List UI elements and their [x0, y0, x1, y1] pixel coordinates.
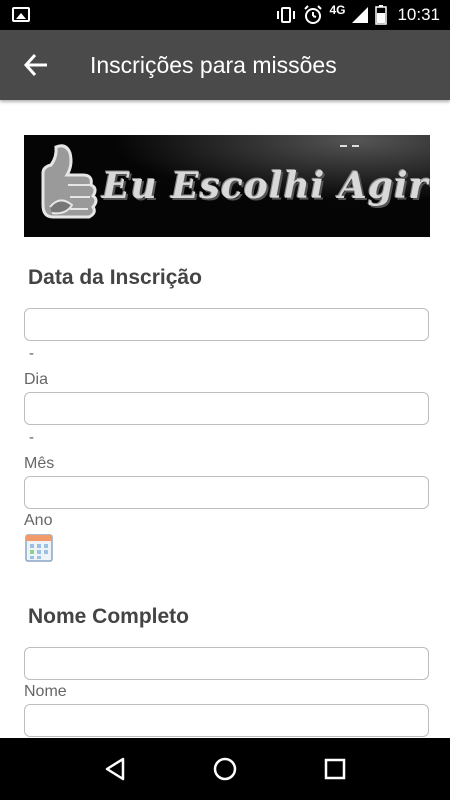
arrow-back-icon — [23, 53, 47, 77]
back-triangle-icon — [105, 757, 125, 781]
banner-image: Eu Escolhi Agir! — [24, 135, 430, 237]
status-bar: 4G 10:31 — [0, 0, 450, 30]
form-content[interactable]: Eu Escolhi Agir! Data da Inscrição - Dia… — [0, 100, 450, 738]
nav-recents-button[interactable] — [315, 749, 355, 789]
year-input[interactable] — [24, 476, 429, 509]
month-input[interactable] — [24, 392, 429, 425]
status-time: 10:31 — [397, 5, 440, 24]
back-button[interactable] — [18, 47, 54, 83]
first-name-input[interactable] — [24, 647, 429, 680]
section-title-name: Nome Completo — [28, 605, 190, 628]
system-nav-bar — [0, 738, 450, 800]
alarm-icon — [303, 5, 323, 25]
banner-text: Eu Escolhi Agir! — [102, 165, 430, 207]
nav-back-button[interactable] — [95, 749, 135, 789]
signal-icon — [351, 6, 369, 24]
day-label: Dia — [24, 371, 49, 388]
first-name-label: Nome — [24, 683, 67, 700]
home-circle-icon — [213, 757, 237, 781]
vibrate-icon — [275, 6, 297, 24]
nav-home-button[interactable] — [205, 749, 245, 789]
calendar-button[interactable] — [25, 534, 53, 562]
section-title-date: Data da Inscrição — [28, 266, 202, 289]
year-label: Ano — [24, 512, 53, 529]
image-notification-icon — [12, 7, 30, 22]
page-title: Inscrições para missões — [90, 51, 337, 78]
last-name-input[interactable] — [24, 704, 429, 737]
network-type-label: 4G — [329, 3, 346, 17]
date-separator: - — [29, 345, 34, 362]
calendar-icon — [25, 534, 53, 562]
status-icons: 4G 10:31 — [275, 0, 440, 30]
recents-square-icon — [324, 758, 346, 780]
battery-icon — [375, 5, 388, 25]
month-label: Mês — [24, 455, 55, 472]
day-input[interactable] — [24, 308, 429, 341]
date-separator: - — [29, 429, 34, 446]
app-bar: Inscrições para missões — [0, 30, 450, 100]
